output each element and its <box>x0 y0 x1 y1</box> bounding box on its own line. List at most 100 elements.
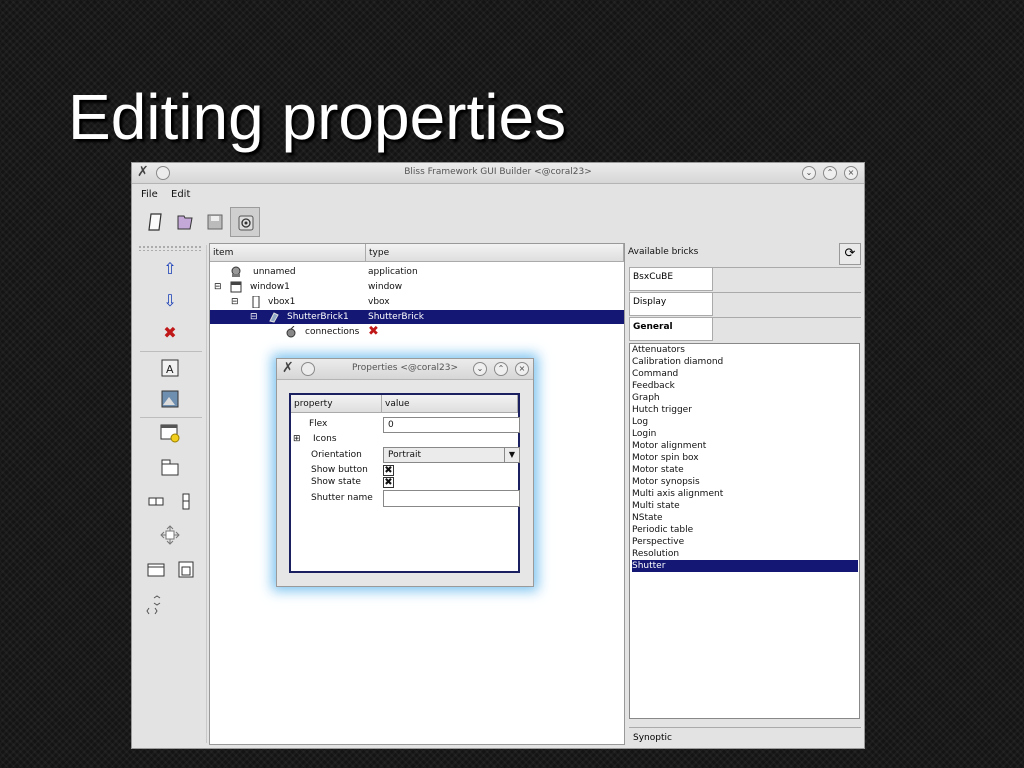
window-title: Bliss Framework GUI Builder <@coral23> <box>404 167 592 177</box>
property-row[interactable]: Orientation Portrait ▼ <box>291 447 520 463</box>
collapse-icon[interactable]: ⊟ <box>231 295 239 309</box>
vbox-icon[interactable] <box>176 491 196 511</box>
brick-item[interactable]: Motor state <box>632 464 858 476</box>
separator <box>140 417 202 418</box>
align-arrows-icon[interactable] <box>146 595 166 615</box>
tree-item-type: application <box>368 267 418 277</box>
bricks-category-tab[interactable]: Display <box>629 292 861 316</box>
shutter-name-input[interactable] <box>383 490 520 507</box>
tree-item-label: ShutterBrick1 <box>287 312 349 322</box>
synoptic-tab[interactable]: Synoptic <box>629 727 861 748</box>
tab-spacer <box>713 292 861 316</box>
vgroupbox-icon[interactable] <box>176 559 196 579</box>
tab-label: General <box>629 317 713 341</box>
brick-item-selected[interactable]: Shutter <box>632 560 858 572</box>
property-row[interactable]: ⊞ Icons <box>291 433 518 446</box>
bricks-list[interactable]: Attenuators Calibration diamond Command … <box>629 343 860 719</box>
brick-item[interactable]: Feedback <box>632 380 858 392</box>
column-header-item[interactable]: item <box>210 244 366 262</box>
connection-error-icon[interactable]: ✖ <box>368 325 379 339</box>
brick-item[interactable]: Command <box>632 368 858 380</box>
maximize-button[interactable]: ⌃ <box>494 362 508 376</box>
brick-item[interactable]: Calibration diamond <box>632 356 858 368</box>
hgroupbox-icon[interactable] <box>146 559 166 579</box>
window-titlebar[interactable]: ✗ Bliss Framework GUI Builder <@coral23>… <box>132 163 864 184</box>
tree-row[interactable]: connections ✖ <box>210 325 624 339</box>
slide-title: Editing properties <box>68 81 567 153</box>
property-label: Show state <box>311 477 361 487</box>
close-button[interactable]: × <box>515 362 529 376</box>
column-header-type[interactable]: type <box>366 244 624 262</box>
spacer-icon[interactable] <box>160 525 180 545</box>
expand-icon[interactable]: ⊞ <box>293 433 301 446</box>
property-row[interactable]: Flex 0 <box>291 417 520 433</box>
brick-item[interactable]: Attenuators <box>632 344 858 356</box>
tab-label: Synoptic <box>633 733 672 743</box>
add-tab-icon[interactable] <box>160 457 180 477</box>
brick-item[interactable]: Periodic table <box>632 524 858 536</box>
refresh-bricks-button[interactable]: ⟳ <box>839 243 861 265</box>
brick-item[interactable]: Log <box>632 416 858 428</box>
menu-file[interactable]: File <box>141 189 158 200</box>
brick-item[interactable]: Multi axis alignment <box>632 488 858 500</box>
brick-item[interactable]: Graph <box>632 392 858 404</box>
property-label: Orientation <box>311 450 362 460</box>
panel-grip[interactable] <box>138 245 202 251</box>
hbox-icon[interactable] <box>146 491 166 511</box>
bricks-category-tab-active[interactable]: General <box>629 317 861 341</box>
dialog-titlebar[interactable]: ✗ Properties <@coral23> ⌄ ⌃ × <box>277 359 533 380</box>
menu-edit[interactable]: Edit <box>171 189 190 200</box>
property-label: Shutter name <box>311 493 373 503</box>
open-button[interactable] <box>170 207 200 237</box>
tree-row[interactable]: ⊟ window1 window <box>210 280 624 294</box>
property-table[interactable]: property value Flex 0 ⊞ Icons Orientatio… <box>289 393 520 573</box>
tree-row[interactable]: ⊟ vbox1 vbox <box>210 295 624 309</box>
brick-item[interactable]: Hutch trigger <box>632 404 858 416</box>
brick-item[interactable]: Multi state <box>632 500 858 512</box>
new-button[interactable] <box>140 207 170 237</box>
column-header-property[interactable]: property <box>291 395 382 413</box>
property-row[interactable]: Shutter name <box>291 490 520 507</box>
flex-input[interactable]: 0 <box>383 417 520 433</box>
tab-spacer <box>713 267 861 291</box>
layout-tool-panel: ⇧ ⇩ ✖ A <box>136 245 207 743</box>
save-button[interactable] <box>200 207 230 237</box>
brick-item[interactable]: Perspective <box>632 536 858 548</box>
brick-item[interactable]: Login <box>632 428 858 440</box>
chevron-down-icon[interactable]: ▼ <box>504 448 519 462</box>
close-button[interactable]: × <box>844 166 858 180</box>
column-header-value[interactable]: value <box>382 395 518 413</box>
svg-text:A: A <box>166 363 174 376</box>
brick-item[interactable]: Motor alignment <box>632 440 858 452</box>
run-button[interactable] <box>230 207 260 237</box>
brick-item[interactable]: Motor synopsis <box>632 476 858 488</box>
move-down-icon[interactable]: ⇩ <box>160 291 180 311</box>
brick-item[interactable]: Resolution <box>632 548 858 560</box>
tree-row-selected[interactable]: ⊟ ShutterBrick1 ShutterBrick <box>210 310 624 324</box>
menubar: File Edit <box>132 184 864 204</box>
collapse-icon[interactable]: ⊟ <box>214 280 222 294</box>
bricks-category-tab[interactable]: BsxCuBE <box>629 267 861 291</box>
add-label-icon[interactable]: A <box>160 358 180 378</box>
orientation-select[interactable]: Portrait ▼ <box>383 447 520 463</box>
properties-dialog: ✗ Properties <@coral23> ⌄ ⌃ × property v… <box>276 358 534 587</box>
move-up-icon[interactable]: ⇧ <box>160 259 180 279</box>
collapse-icon[interactable]: ⊟ <box>250 310 258 324</box>
property-row[interactable]: Show state ✖ <box>291 476 518 489</box>
tree-item-type: ShutterBrick <box>368 312 424 322</box>
add-window-icon[interactable] <box>160 423 180 443</box>
minimize-button[interactable]: ⌄ <box>802 166 816 180</box>
add-image-icon[interactable] <box>160 389 180 409</box>
delete-icon[interactable]: ✖ <box>160 323 180 343</box>
minimize-button[interactable]: ⌄ <box>473 362 487 376</box>
show-button-checkbox[interactable]: ✖ <box>383 465 394 476</box>
tree-row[interactable]: unnamed application <box>210 265 624 279</box>
open-folder-icon <box>177 215 193 230</box>
new-document-icon <box>148 213 162 231</box>
tree-item-label: window1 <box>250 282 290 292</box>
show-state-checkbox[interactable]: ✖ <box>383 477 394 488</box>
tab-label: BsxCuBE <box>629 267 713 291</box>
brick-item[interactable]: Motor spin box <box>632 452 858 464</box>
maximize-button[interactable]: ⌃ <box>823 166 837 180</box>
brick-item[interactable]: NState <box>632 512 858 524</box>
